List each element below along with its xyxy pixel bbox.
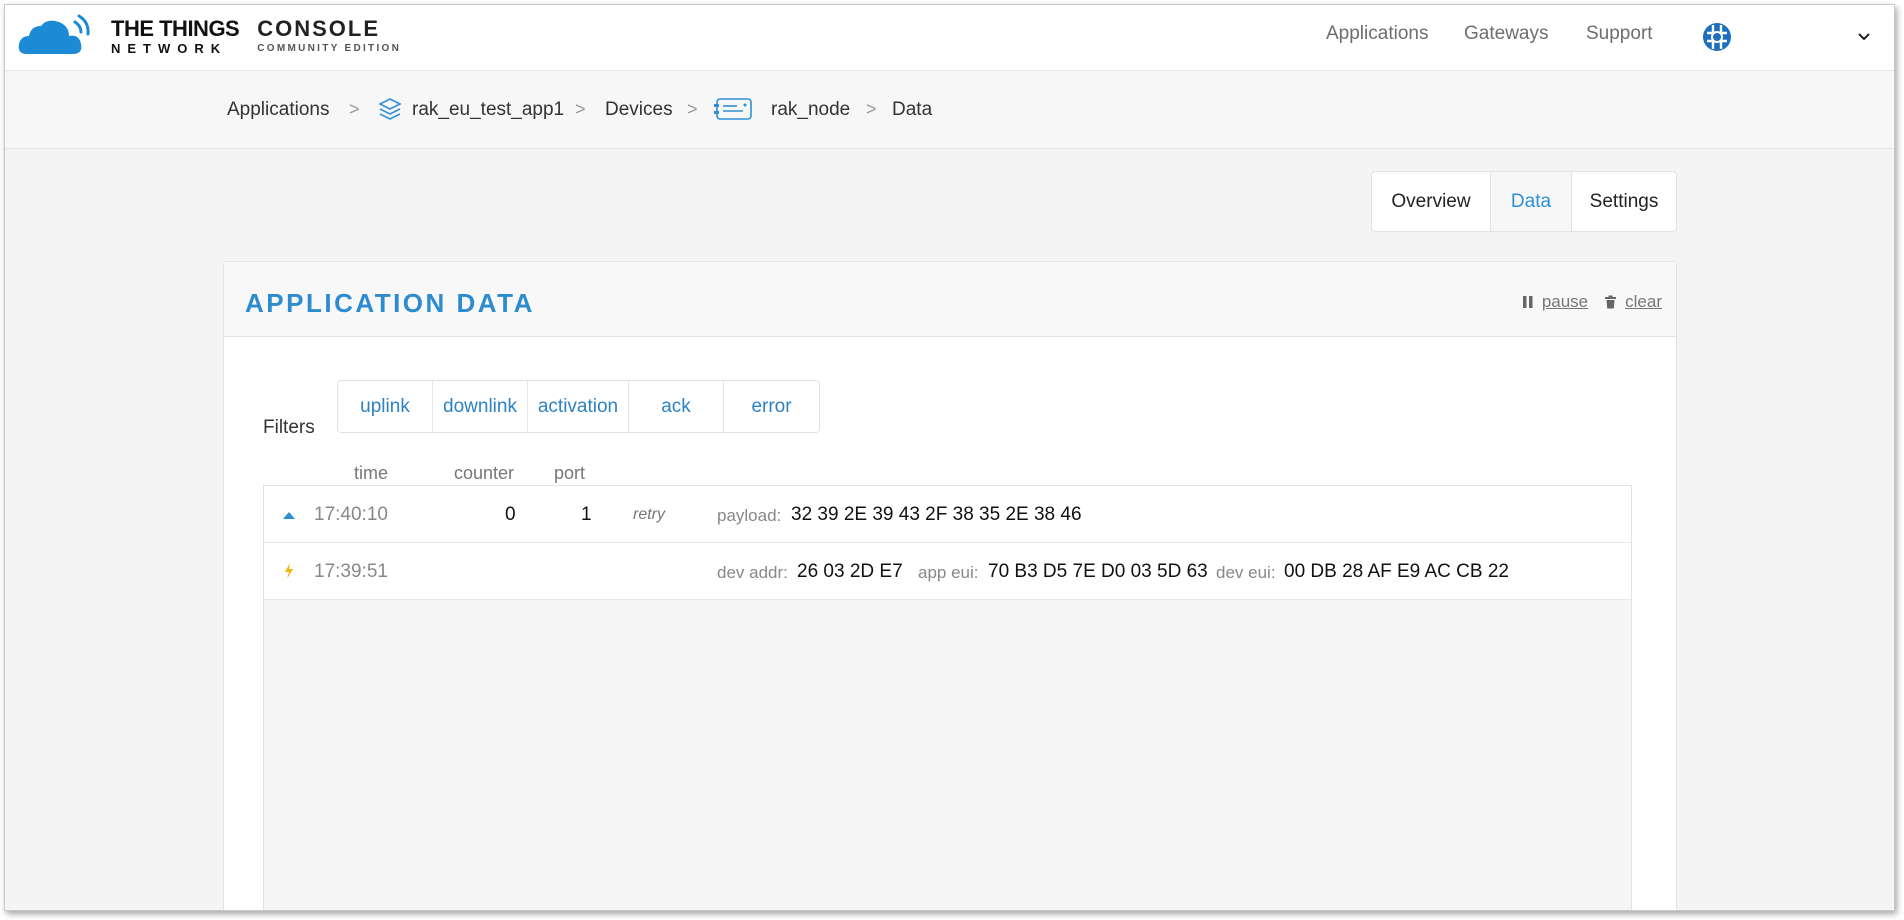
console-line1: CONSOLE <box>257 16 381 41</box>
filter-activation[interactable]: activation <box>528 381 629 432</box>
dev-addr-label: dev addr: <box>717 563 788 582</box>
nav-applications[interactable]: Applications <box>1326 23 1428 45</box>
row-counter: 0 <box>505 504 516 525</box>
dev-eui-value: 00 DB 28 AF E9 AC CB 22 <box>1284 561 1509 582</box>
row-time: 17:40:10 <box>314 504 388 525</box>
browser-frame: THE THINGS NETWORK CONSOLE COMMUNITY EDI… <box>4 4 1895 911</box>
panel-header: APPLICATION DATA pause clear <box>224 262 1676 337</box>
nav-support[interactable]: Support <box>1586 23 1653 45</box>
table-row[interactable]: 17:39:51 dev addr: 26 03 2D E7 app eui: … <box>264 543 1631 600</box>
device-tabs: Overview Data Settings <box>1371 171 1677 232</box>
breadcrumb-device[interactable]: rak_node <box>771 99 850 121</box>
breadcrumb-current: Data <box>892 99 933 120</box>
device-icon <box>714 98 752 120</box>
top-header: THE THINGS NETWORK CONSOLE COMMUNITY EDI… <box>5 5 1894 71</box>
application-data-panel: APPLICATION DATA pause clear Filters upl… <box>223 261 1677 910</box>
dev-eui-label: dev eui: <box>1216 563 1276 582</box>
filter-error[interactable]: error <box>724 381 819 432</box>
console-line2: COMMUNITY EDITION <box>257 43 402 54</box>
brand-line2: NETWORK <box>111 40 228 56</box>
column-header-counter: counter <box>454 463 515 483</box>
application-layers-icon <box>378 98 402 120</box>
breadcrumb-separator: > <box>687 99 698 119</box>
console-text: CONSOLE COMMUNITY EDITION <box>257 18 401 54</box>
breadcrumb-applications[interactable]: Applications <box>227 99 329 121</box>
pause-icon <box>1522 296 1533 308</box>
data-table: 17:40:10 0 1 retry payload: 32 39 2E 39 … <box>263 485 1632 910</box>
panel-actions: pause clear <box>1506 292 1662 312</box>
chevron-down-icon[interactable] <box>1856 29 1872 45</box>
tab-overview[interactable]: Overview <box>1372 172 1491 231</box>
row-port: 1 <box>581 504 592 525</box>
filters-label: Filters <box>263 417 315 438</box>
brand-line1: THE THINGS <box>111 15 240 41</box>
user-avatar-icon[interactable] <box>1699 19 1735 55</box>
app-eui-value: 70 B3 D5 7E D0 03 5D 63 <box>988 561 1208 582</box>
ttn-logo[interactable]: THE THINGS NETWORK CONSOLE COMMUNITY EDI… <box>17 11 401 61</box>
panel-title: APPLICATION DATA <box>245 288 535 318</box>
nav-gateways[interactable]: Gateways <box>1464 23 1548 45</box>
breadcrumb-devices[interactable]: Devices <box>605 99 673 121</box>
filter-ack[interactable]: ack <box>629 381 724 432</box>
filter-downlink[interactable]: downlink <box>433 381 528 432</box>
tab-settings[interactable]: Settings <box>1572 172 1676 231</box>
breadcrumb-separator: > <box>866 99 877 119</box>
row-time: 17:39:51 <box>314 561 388 582</box>
filter-uplink[interactable]: uplink <box>338 381 433 432</box>
column-header-time: time <box>354 463 389 483</box>
column-header-port: port <box>554 463 586 483</box>
row-retry-flag: retry <box>633 506 665 523</box>
app-eui-label: app eui: <box>918 563 979 582</box>
breadcrumb: Applications > rak_eu_test_app1 > Device… <box>5 71 1894 149</box>
clear-button[interactable]: clear <box>1604 292 1662 312</box>
pause-label: pause <box>1541 292 1589 311</box>
filter-group: uplink downlink activation ack error <box>337 380 820 433</box>
dev-addr-value: 26 03 2D E7 <box>797 561 903 582</box>
table-row[interactable]: 17:40:10 0 1 retry payload: 32 39 2E 39 … <box>264 486 1631 543</box>
brand-text: THE THINGS NETWORK <box>111 15 240 56</box>
trash-icon <box>1605 295 1617 309</box>
payload-label: payload: <box>717 506 782 525</box>
pause-button[interactable]: pause <box>1522 292 1588 312</box>
clear-label: clear <box>1625 292 1662 311</box>
activation-bolt-icon <box>285 563 293 579</box>
breadcrumb-application[interactable]: rak_eu_test_app1 <box>412 99 564 121</box>
cloud-logo-icon <box>18 14 90 55</box>
payload-value: 32 39 2E 39 43 2F 38 35 2E 38 46 <box>791 504 1082 525</box>
uplink-arrow-icon <box>283 512 295 519</box>
breadcrumb-separator: > <box>575 99 586 119</box>
tab-data[interactable]: Data <box>1491 172 1572 231</box>
breadcrumb-separator: > <box>349 99 360 119</box>
